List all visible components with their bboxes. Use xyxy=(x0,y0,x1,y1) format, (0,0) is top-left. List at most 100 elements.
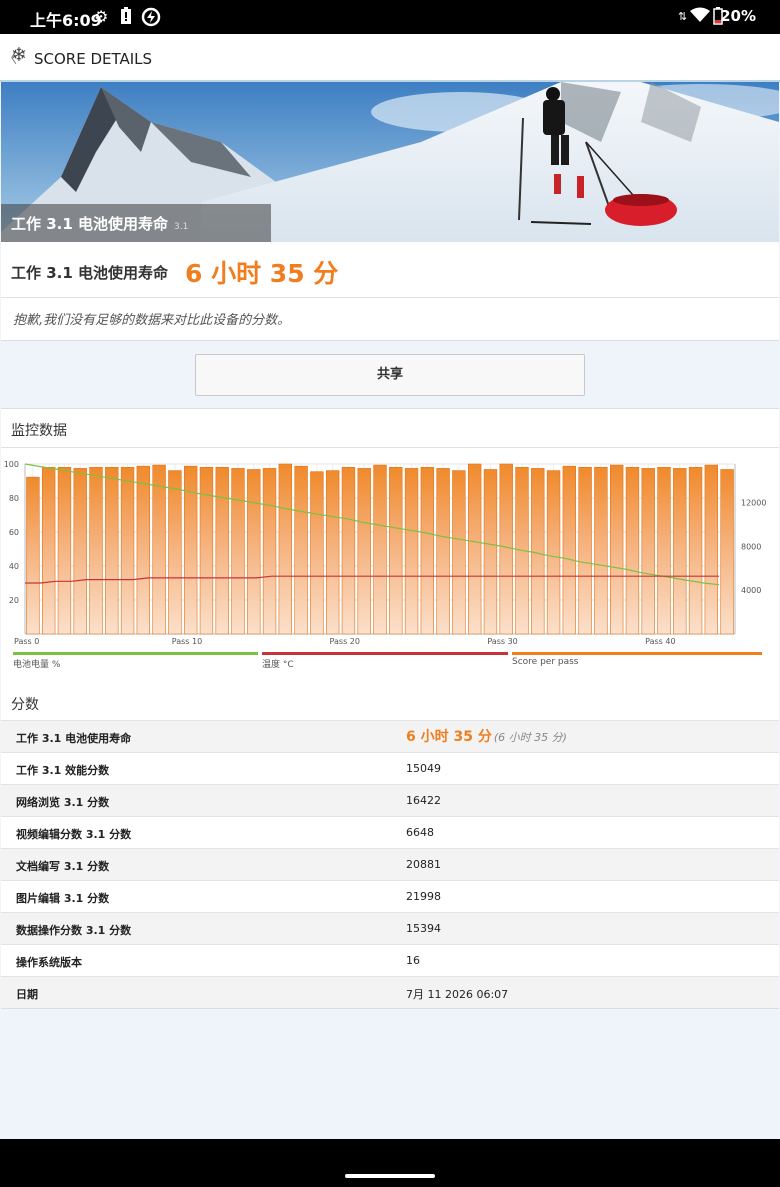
x-tick-label: Pass 30 xyxy=(487,637,517,646)
legend-temperature-label: 温度 °C xyxy=(262,660,294,670)
row-value: 20881 xyxy=(406,858,441,871)
right-tick-label: 4000 xyxy=(741,586,761,595)
battery-alert-icon xyxy=(120,7,132,29)
row-value-text: 21998 xyxy=(406,890,441,903)
score-bar xyxy=(389,466,403,635)
row-value: 6648 xyxy=(406,826,434,839)
score-bar xyxy=(105,466,119,635)
score-bar xyxy=(531,468,545,635)
home-gesture-handle[interactable] xyxy=(345,1174,435,1178)
right-tick-label: 8000 xyxy=(741,542,761,551)
score-bar xyxy=(278,463,293,635)
comparison-note: 抱歉,我们没有足够的数据来对比此设备的分数。 xyxy=(13,313,291,328)
table-row: 工作 3.1 电池使用寿命 6 小时 35 分 (6 小时 35 分) xyxy=(1,720,779,752)
score-bar xyxy=(625,466,640,635)
score-bar xyxy=(325,470,340,635)
score-bar xyxy=(199,466,214,635)
row-label: 网络浏览 3.1 分数 xyxy=(16,796,110,809)
x-tick-label: Pass 40 xyxy=(645,637,675,646)
row-label: 工作 3.1 电池使用寿命 xyxy=(16,732,132,745)
score-bar xyxy=(136,465,151,635)
table-row: 数据操作分数 3.1 分数 15394 xyxy=(1,912,779,944)
legend-battery-label: 电池电量 % xyxy=(13,660,61,670)
table-row: 日期 7月 11 2026 06:07 xyxy=(1,976,779,1008)
data-arrows-icon: ⇅ xyxy=(678,10,688,23)
left-tick-label: 80 xyxy=(9,494,19,503)
score-bar xyxy=(546,470,561,635)
row-label: 日期 xyxy=(16,988,38,1001)
row-value: 6 小时 35 分 (6 小时 35 分) xyxy=(406,726,567,746)
left-tick-label: 100 xyxy=(4,460,19,469)
x-tick-label: Pass 20 xyxy=(330,637,360,646)
score-bar xyxy=(373,464,387,635)
score-bar xyxy=(609,464,624,635)
score-bar xyxy=(57,466,72,635)
row-value-text: 7月 11 2026 06:07 xyxy=(406,988,509,1001)
legend-score-swatch xyxy=(512,652,762,655)
monitoring-chart: 100 80 60 40 20 12000 8000 4000 Pass 0 Pass 10 Pas… xyxy=(4,460,767,646)
score-bar xyxy=(420,466,435,635)
app-bar: 〈 ❄ SCORE DETAILS xyxy=(0,34,780,82)
score-bar xyxy=(262,468,277,635)
score-bar xyxy=(294,465,308,635)
score-bar xyxy=(247,469,261,635)
hero-title: 工作 3.1 电池使用寿命 xyxy=(11,215,169,233)
navigation-bar xyxy=(0,1139,780,1187)
score-bar xyxy=(89,466,103,635)
legend-score-label: Score per pass xyxy=(512,657,579,667)
score-bar xyxy=(436,468,450,635)
score-bar xyxy=(578,466,592,635)
status-bar: 上午6:09 ⚙ ⇅ 20% xyxy=(0,0,780,34)
settings-icon: ⚙ xyxy=(94,7,109,26)
score-bar xyxy=(657,466,671,635)
row-value-text: 6 小时 35 分 xyxy=(406,729,492,745)
share-button[interactable]: 共享 xyxy=(195,354,585,396)
score-bar xyxy=(341,466,356,635)
monitoring-title: 监控数据 xyxy=(11,423,67,439)
result-card: 工作 3.1 电池使用寿命 6 小时 35 分 抱歉,我们没有足够的数据来对比此… xyxy=(1,242,779,341)
result-value: 6 小时 35 分 xyxy=(185,259,339,288)
row-value: 16422 xyxy=(406,794,441,807)
row-value-text: 15394 xyxy=(406,922,441,935)
score-bar xyxy=(483,469,498,635)
row-value-text: 15049 xyxy=(406,762,441,775)
scores-table: 工作 3.1 电池使用寿命 6 小时 35 分 (6 小时 35 分) 工作 3.1 … xyxy=(1,720,779,1009)
score-bar xyxy=(594,466,608,635)
row-value-text: 16 xyxy=(406,954,420,967)
row-label: 操作系统版本 xyxy=(16,956,82,969)
status-time: 上午6:09 xyxy=(30,11,102,30)
score-bar xyxy=(310,471,324,635)
score-bar xyxy=(215,466,229,635)
table-row: 操作系统版本 16 xyxy=(1,944,779,976)
score-bar xyxy=(452,470,466,635)
score-bar xyxy=(41,466,56,635)
table-row: 视频编辑分数 3.1 分数 6648 xyxy=(1,816,779,848)
score-bar xyxy=(120,466,135,635)
row-label: 工作 3.1 效能分数 xyxy=(16,764,110,777)
scores-title: 分数 xyxy=(11,697,39,713)
score-bar xyxy=(168,470,182,635)
score-bar xyxy=(641,468,655,635)
score-bar xyxy=(673,468,687,635)
row-value: 7月 11 2026 06:07 xyxy=(406,986,508,1002)
table-row: 工作 3.1 效能分数 15049 xyxy=(1,752,779,784)
row-value: 15049 xyxy=(406,762,441,775)
score-bar xyxy=(357,468,371,635)
score-bar xyxy=(152,464,166,635)
score-bar xyxy=(26,476,40,635)
legend-temperature-swatch xyxy=(262,652,508,655)
score-bar xyxy=(499,463,513,635)
row-value-text: 6648 xyxy=(406,826,434,839)
left-tick-label: 40 xyxy=(9,562,19,571)
x-tick-label: Pass 10 xyxy=(172,637,202,646)
score-bar xyxy=(404,468,419,635)
score-bar xyxy=(704,464,719,635)
hero-version: 3.1 xyxy=(174,222,189,232)
row-value: 21998 xyxy=(406,890,441,903)
left-tick-label: 60 xyxy=(9,528,19,537)
hero-banner: 工作 3.1 电池使用寿命 3.1 xyxy=(1,82,779,242)
3dmark-snowflake-logo-icon[interactable]: ❄ xyxy=(11,44,27,66)
table-row: 图片编辑 3.1 分数 21998 xyxy=(1,880,779,912)
row-value: 15394 xyxy=(406,922,441,935)
wifi-icon xyxy=(690,7,710,27)
